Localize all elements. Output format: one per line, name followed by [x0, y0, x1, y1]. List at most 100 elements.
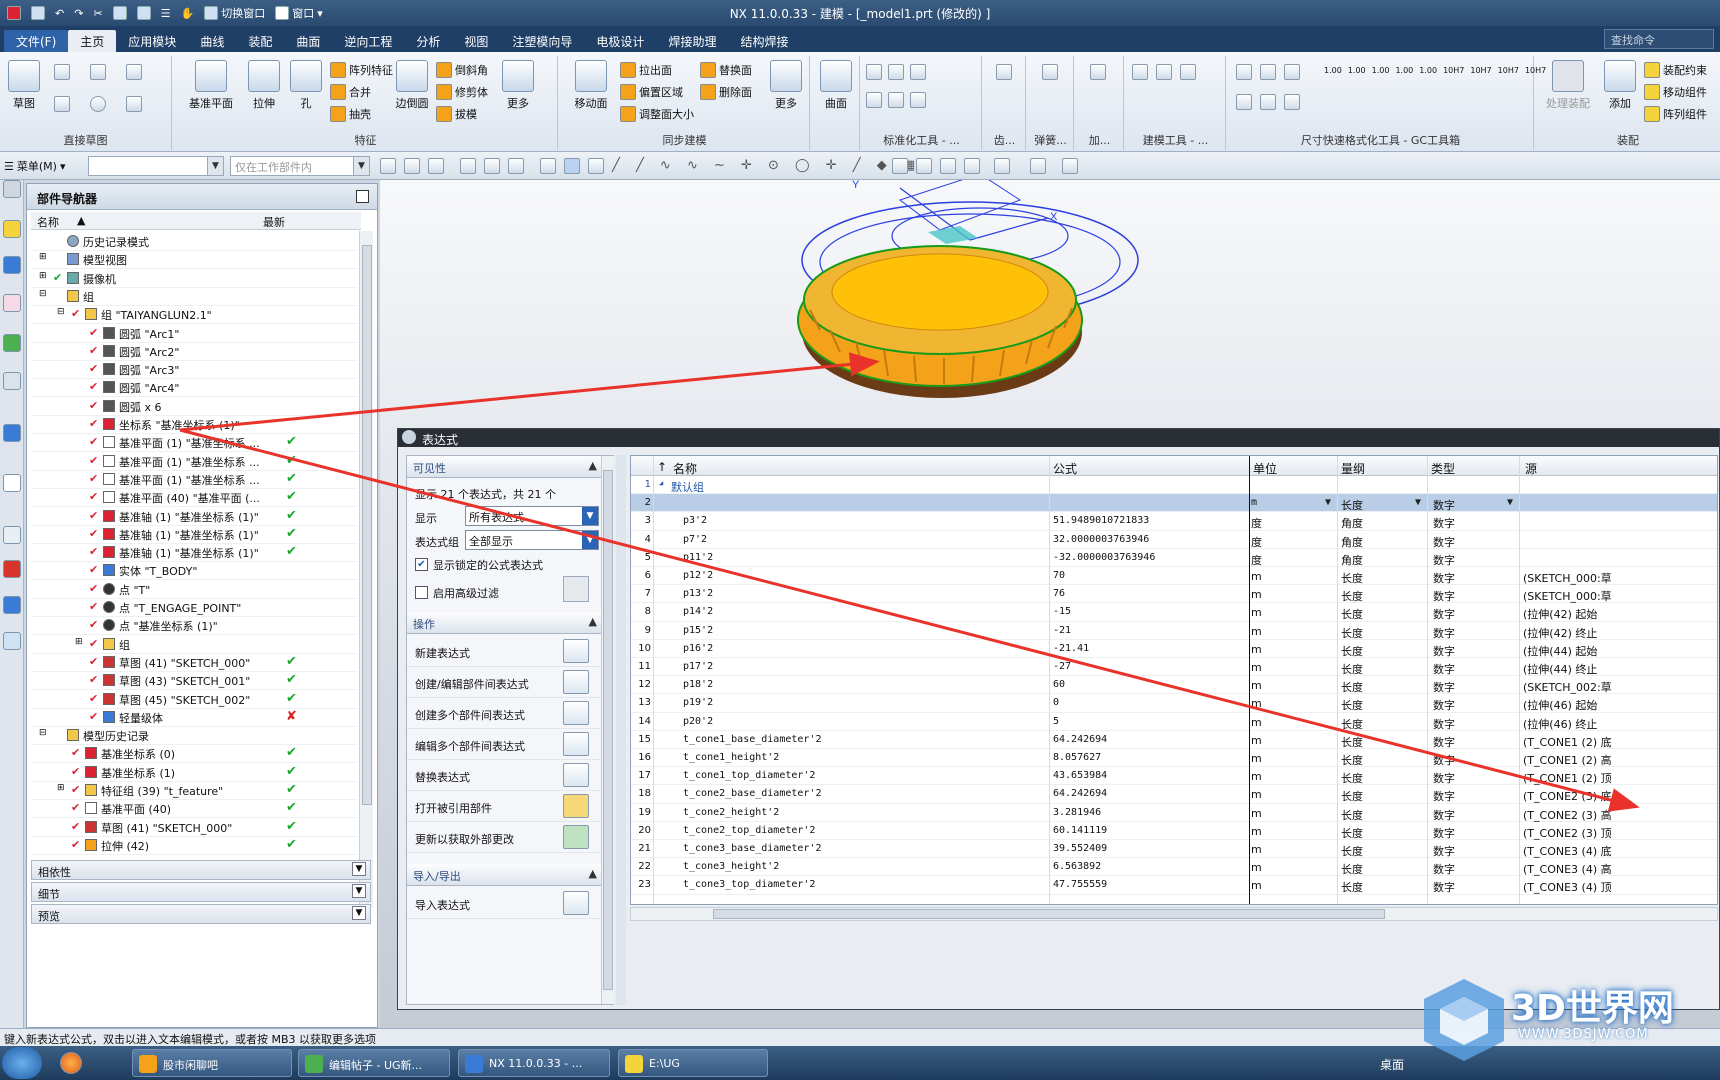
visibility-check-icon[interactable]: ✔	[71, 765, 80, 778]
col-source[interactable]: 源	[1525, 460, 1537, 477]
clock-icon[interactable]	[3, 526, 21, 544]
process-studio-icon[interactable]	[3, 596, 21, 614]
tree-row[interactable]: ✔ 基准平面 (40) ✔	[31, 798, 357, 819]
col-dimensionality[interactable]: 量纲	[1341, 460, 1365, 477]
section-dependencies[interactable]: 相依性 ▼	[31, 860, 371, 880]
import-expressions-button[interactable]: 导入表达式	[407, 888, 601, 919]
tree-row[interactable]: ✔ 轻量级体 ✘	[31, 707, 357, 727]
dim-tool-4-icon[interactable]	[1236, 94, 1252, 110]
render-style-icon[interactable]	[964, 158, 980, 174]
circle-icon[interactable]	[90, 96, 106, 112]
chamfer-button[interactable]: 倒斜角	[436, 60, 488, 80]
collapse-icon[interactable]: ⊟	[57, 307, 65, 317]
model-tool-2-icon[interactable]	[1156, 64, 1172, 80]
tree-row[interactable]: ✔ 草图 (41) "SKETCH_000" ✔	[31, 817, 357, 837]
col-type[interactable]: 类型	[1431, 460, 1455, 477]
selection-scope-combo[interactable]: 仅在工作部件内 ▼	[230, 156, 370, 176]
tree-row[interactable]: ✔ 基准平面 (1) "基准坐标系 ... ✔	[31, 451, 357, 471]
section-visibility[interactable]: 可见性 ▲	[407, 456, 601, 478]
add-component-button[interactable]: 添加	[1598, 60, 1642, 111]
visibility-check-icon[interactable]: ✔	[89, 710, 98, 723]
table-row[interactable]: 7 p13'2 76 m 长度 数字 (SKETCH_000:草	[631, 585, 1717, 604]
panel-splitter[interactable]	[616, 455, 626, 1005]
select-solid-icon[interactable]	[564, 158, 580, 174]
create-interpart-expression-button[interactable]: 创建/编辑部件间表达式	[407, 667, 601, 698]
dim-tool-5-icon[interactable]	[1260, 94, 1276, 110]
model-tool-1-icon[interactable]	[1132, 64, 1148, 80]
visibility-check-icon[interactable]: ✔	[89, 563, 98, 576]
tab-weld-assistant[interactable]: 焊接助理	[656, 30, 728, 52]
dim-format-7-button[interactable]: 10H7	[1470, 66, 1491, 75]
show-locked-checkbox[interactable]: ✔	[415, 558, 428, 571]
column-latest[interactable]: 最新	[263, 214, 285, 230]
collapse-icon[interactable]: ⊟	[39, 728, 47, 738]
point-icon[interactable]	[126, 96, 142, 112]
visibility-check-icon[interactable]: ✔	[71, 746, 80, 759]
visibility-check-icon[interactable]: ✔	[71, 838, 80, 851]
tree-row[interactable]: ✔ 点 "T"	[31, 579, 357, 599]
chevron-down-icon[interactable]: ▼	[1415, 497, 1421, 508]
maximize-icon[interactable]	[356, 190, 369, 203]
surface-button[interactable]: 曲面	[814, 60, 858, 111]
visibility-check-icon[interactable]: ✔	[89, 692, 98, 705]
extrude-button[interactable]: 拉伸	[242, 60, 286, 111]
table-row[interactable]: 22 t_cone3_height'2 6.563892 m 长度 数字 (T_CONE3 …	[631, 858, 1717, 877]
spring-icon[interactable]	[1042, 64, 1058, 80]
tab-structure-welding[interactable]: 结构焊接	[728, 30, 800, 52]
replace-face-button[interactable]: 替换面	[700, 60, 752, 80]
constraint-navigator-icon[interactable]	[3, 256, 21, 274]
app-icon[interactable]	[60, 1052, 82, 1074]
table-row[interactable]: 21 t_cone3_base_diameter'2 39.552409 m 长度 数字 (…	[631, 840, 1717, 859]
settings-icon[interactable]	[3, 180, 21, 198]
col-unit[interactable]: 单位	[1253, 460, 1277, 477]
roles-icon[interactable]	[3, 632, 21, 650]
table-row[interactable]: 4 p7'2 32.0000003763946 度 角度 数字	[631, 531, 1717, 549]
select-face-icon[interactable]	[540, 158, 556, 174]
scroll-thumb[interactable]	[603, 470, 613, 990]
table-row[interactable]: 11 p17'2 -27 m 长度 数字 (拉伸(44) 终止	[631, 658, 1717, 677]
assembly-constraints-button[interactable]: 装配约束	[1644, 60, 1707, 80]
tree-row[interactable]: ✔ 基准轴 (1) "基准坐标系 (1)" ✔	[31, 506, 357, 526]
orient-view-icon[interactable]	[994, 158, 1010, 174]
dim-format-3-button[interactable]: 1.00	[1372, 66, 1390, 75]
dim-tool-2-icon[interactable]	[1260, 64, 1276, 80]
task-edit-post[interactable]: 编辑帖子 - UG新...	[298, 1049, 450, 1077]
tree-row[interactable]: ✔ 草图 (45) "SKETCH_002" ✔	[31, 689, 357, 709]
web-browser-icon[interactable]	[3, 424, 21, 442]
table-row[interactable]: 17 t_cone1_top_diameter'2 43.653984 m 长度 数字 (T…	[631, 767, 1717, 786]
pattern-feature-button[interactable]: 阵列特征	[330, 60, 393, 80]
visibility-check-icon[interactable]: ✔	[89, 380, 98, 393]
table-row[interactable]: 13 p19'2 0 m 长度 数字 (拉伸(46) 起始	[631, 694, 1717, 713]
replace-expression-button[interactable]: 替换表达式	[407, 760, 601, 791]
create-multiple-interpart-button[interactable]: 创建多个部件间表达式	[407, 698, 601, 729]
expand-icon[interactable]: ⊞	[39, 271, 47, 281]
tab-assembly[interactable]: 装配	[236, 30, 284, 52]
snap-endpoint-icon[interactable]	[460, 158, 476, 174]
visibility-check-icon[interactable]: ✔	[89, 509, 98, 522]
chevron-down-icon[interactable]: ▼	[1507, 497, 1513, 508]
add-tool-icon[interactable]	[1090, 64, 1106, 80]
tree-row[interactable]: ⊟ 模型历史记录	[31, 725, 357, 746]
table-row[interactable]: 3 p3'2 51.9489010721833 度 角度 数字	[631, 512, 1717, 531]
arc-icon[interactable]	[54, 96, 70, 112]
col-formula[interactable]: 公式	[1053, 460, 1077, 477]
table-row[interactable]: 8 p14'2 -15 m 长度 数字 (拉伸(42) 起始	[631, 603, 1717, 622]
draft-button[interactable]: 拔模	[436, 104, 477, 124]
tab-electrode-design[interactable]: 电极设计	[584, 30, 656, 52]
section-import-export[interactable]: 导入/导出 ▲	[407, 864, 601, 886]
visibility-check-icon[interactable]: ✔	[89, 618, 98, 631]
table-row[interactable]: 2 m 长度 数字 ▼ ▼ ▼	[631, 494, 1717, 513]
pull-face-button[interactable]: 拉出面	[620, 60, 672, 80]
table-row[interactable]: 10 p16'2 -21.41 m 长度 数字 (拉伸(44) 起始	[631, 640, 1717, 658]
visibility-check-icon[interactable]: ✔	[89, 600, 98, 613]
tree-row[interactable]: ✔ 基准坐标系 (0) ✔	[31, 743, 357, 764]
datum-plane-button[interactable]: 基准平面	[184, 60, 238, 111]
col-name[interactable]: 名称	[673, 460, 697, 477]
tab-mold-wizard[interactable]: 注塑模向导	[500, 30, 584, 52]
rectangle-icon[interactable]	[90, 64, 106, 80]
resize-face-button[interactable]: 调整面大小	[620, 104, 694, 124]
move-component-button[interactable]: 移动组件	[1644, 82, 1707, 102]
tree-row[interactable]: ✔ 基准平面 (1) "基准坐标系 ... ✔	[31, 432, 357, 453]
table-row[interactable]: 15 t_cone1_base_diameter'2 64.242694 m 长度 数字 (…	[631, 731, 1717, 749]
expand-icon[interactable]: ⊞	[75, 637, 83, 647]
